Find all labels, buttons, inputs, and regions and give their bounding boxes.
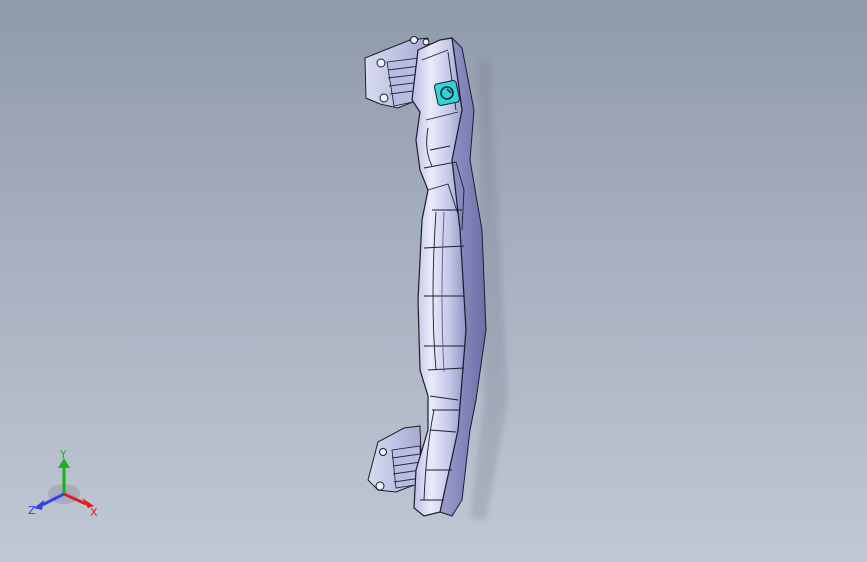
y-axis-label: Y (59, 448, 67, 461)
handle-3d-model[interactable] (0, 0, 867, 562)
axis-triad[interactable]: Y X Z (22, 446, 104, 526)
selected-feature-marker[interactable] (434, 80, 460, 106)
bottom-mounting-bracket (367, 425, 423, 493)
z-axis-label: Z (28, 504, 36, 517)
x-axis-label: X (90, 506, 98, 519)
graphics-viewport[interactable]: Y X Z (0, 0, 867, 562)
